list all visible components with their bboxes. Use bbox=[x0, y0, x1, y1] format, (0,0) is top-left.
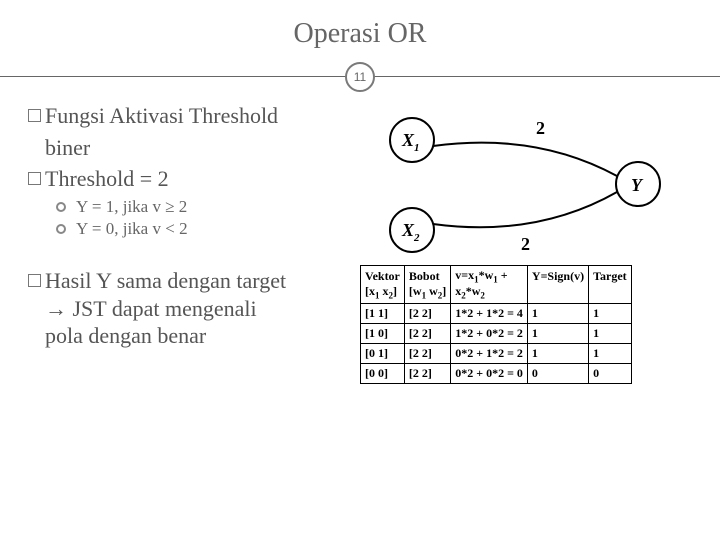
col-vektor: Vektor [x1 x2] bbox=[361, 266, 405, 304]
col-y: Y=Sign(v) bbox=[527, 266, 588, 304]
bullet-3-text-c: pola dengan benar bbox=[45, 323, 206, 348]
table-row: [0 0] [2 2] 0*2 + 0*2 = 0 0 0 bbox=[361, 363, 632, 383]
cell: [1 0] bbox=[361, 323, 405, 343]
cell: [2 2] bbox=[404, 323, 450, 343]
sub-bullet-1: Y = 1, jika v ≥ 2 bbox=[28, 197, 356, 217]
cell: 0 bbox=[589, 363, 632, 383]
cell: [0 0] bbox=[361, 363, 405, 383]
slide-number-badge: 11 bbox=[345, 62, 375, 92]
cell: 1 bbox=[527, 303, 588, 323]
slide-title: Operasi OR bbox=[28, 18, 692, 50]
truth-table: Vektor [x1 x2] Bobot [w1 w2] v=x1*w1 + x… bbox=[360, 265, 632, 384]
sub-bullet-2: Y = 0, jika v < 2 bbox=[28, 219, 356, 239]
col-bobot: Bobot [w1 w2] bbox=[404, 266, 450, 304]
cell: 1 bbox=[589, 343, 632, 363]
cell: 0*2 + 1*2 = 2 bbox=[451, 343, 528, 363]
bullet-3-text-a: Hasil Y sama dengan target bbox=[45, 268, 286, 293]
cell: 1 bbox=[527, 323, 588, 343]
sub-bullet-1-text: Y = 1, jika v ≥ 2 bbox=[76, 197, 187, 217]
table-row: [1 0] [2 2] 1*2 + 0*2 = 2 1 1 bbox=[361, 323, 632, 343]
left-column: Fungsi Aktivasi Threshold biner Threshol… bbox=[28, 102, 356, 267]
slide: Operasi OR 11 Fungsi Aktivasi Threshold … bbox=[0, 0, 720, 540]
edge-x2-y bbox=[433, 192, 617, 227]
table-row: [0 1] [2 2] 0*2 + 1*2 = 2 1 1 bbox=[361, 343, 632, 363]
cell: 1*2 + 0*2 = 2 bbox=[451, 323, 528, 343]
bottom-row: Hasil Y sama dengan target → JST dapat m… bbox=[28, 267, 692, 384]
circle-bullet-icon bbox=[56, 224, 66, 234]
col-target: Target bbox=[589, 266, 632, 304]
square-bullet-icon bbox=[28, 172, 41, 185]
diagram-wrap: X1 X2 Y 2 2 bbox=[366, 102, 676, 267]
bullet-3-text-b: → JST dapat mengenali bbox=[45, 296, 257, 321]
bullet-1: Fungsi Aktivasi Threshold bbox=[28, 102, 356, 130]
col-v: v=x1*w1 + x2*w2 bbox=[451, 266, 528, 304]
bullet-1-text-a: Fungsi Aktivasi Threshold bbox=[45, 103, 278, 128]
sub-bullet-2-text: Y = 0, jika v < 2 bbox=[76, 219, 188, 239]
cell: 1 bbox=[527, 343, 588, 363]
bullet-1b: biner bbox=[28, 134, 356, 162]
network-diagram: X1 X2 Y 2 2 bbox=[366, 102, 676, 262]
cell: [2 2] bbox=[404, 303, 450, 323]
content-row: Fungsi Aktivasi Threshold biner Threshol… bbox=[28, 102, 692, 267]
cell: [0 1] bbox=[361, 343, 405, 363]
table-wrap: Vektor [x1 x2] Bobot [w1 w2] v=x1*w1 + x… bbox=[360, 265, 632, 384]
cell: 0*2 + 0*2 = 0 bbox=[451, 363, 528, 383]
cell: [2 2] bbox=[404, 343, 450, 363]
circle-bullet-icon bbox=[56, 202, 66, 212]
edge-x1-y bbox=[433, 143, 617, 176]
cell: 1 bbox=[589, 323, 632, 343]
cell: 0 bbox=[527, 363, 588, 383]
square-bullet-icon bbox=[28, 109, 41, 122]
bullet-2-text: Threshold = 2 bbox=[45, 166, 169, 191]
table-header-row: Vektor [x1 x2] Bobot [w1 w2] v=x1*w1 + x… bbox=[361, 266, 632, 304]
weight-2-label: 2 bbox=[521, 234, 530, 254]
weight-1-label: 2 bbox=[536, 118, 545, 138]
bullet-3: Hasil Y sama dengan target → JST dapat m… bbox=[28, 267, 368, 350]
cell: 1*2 + 1*2 = 4 bbox=[451, 303, 528, 323]
cell: 1 bbox=[589, 303, 632, 323]
cell: [1 1] bbox=[361, 303, 405, 323]
bullet-2: Threshold = 2 bbox=[28, 165, 356, 193]
bullet-1-text-b: biner bbox=[45, 135, 90, 160]
table-row: [1 1] [2 2] 1*2 + 1*2 = 4 1 1 bbox=[361, 303, 632, 323]
cell: [2 2] bbox=[404, 363, 450, 383]
title-rule: 11 bbox=[28, 60, 692, 94]
square-bullet-icon bbox=[28, 274, 41, 287]
